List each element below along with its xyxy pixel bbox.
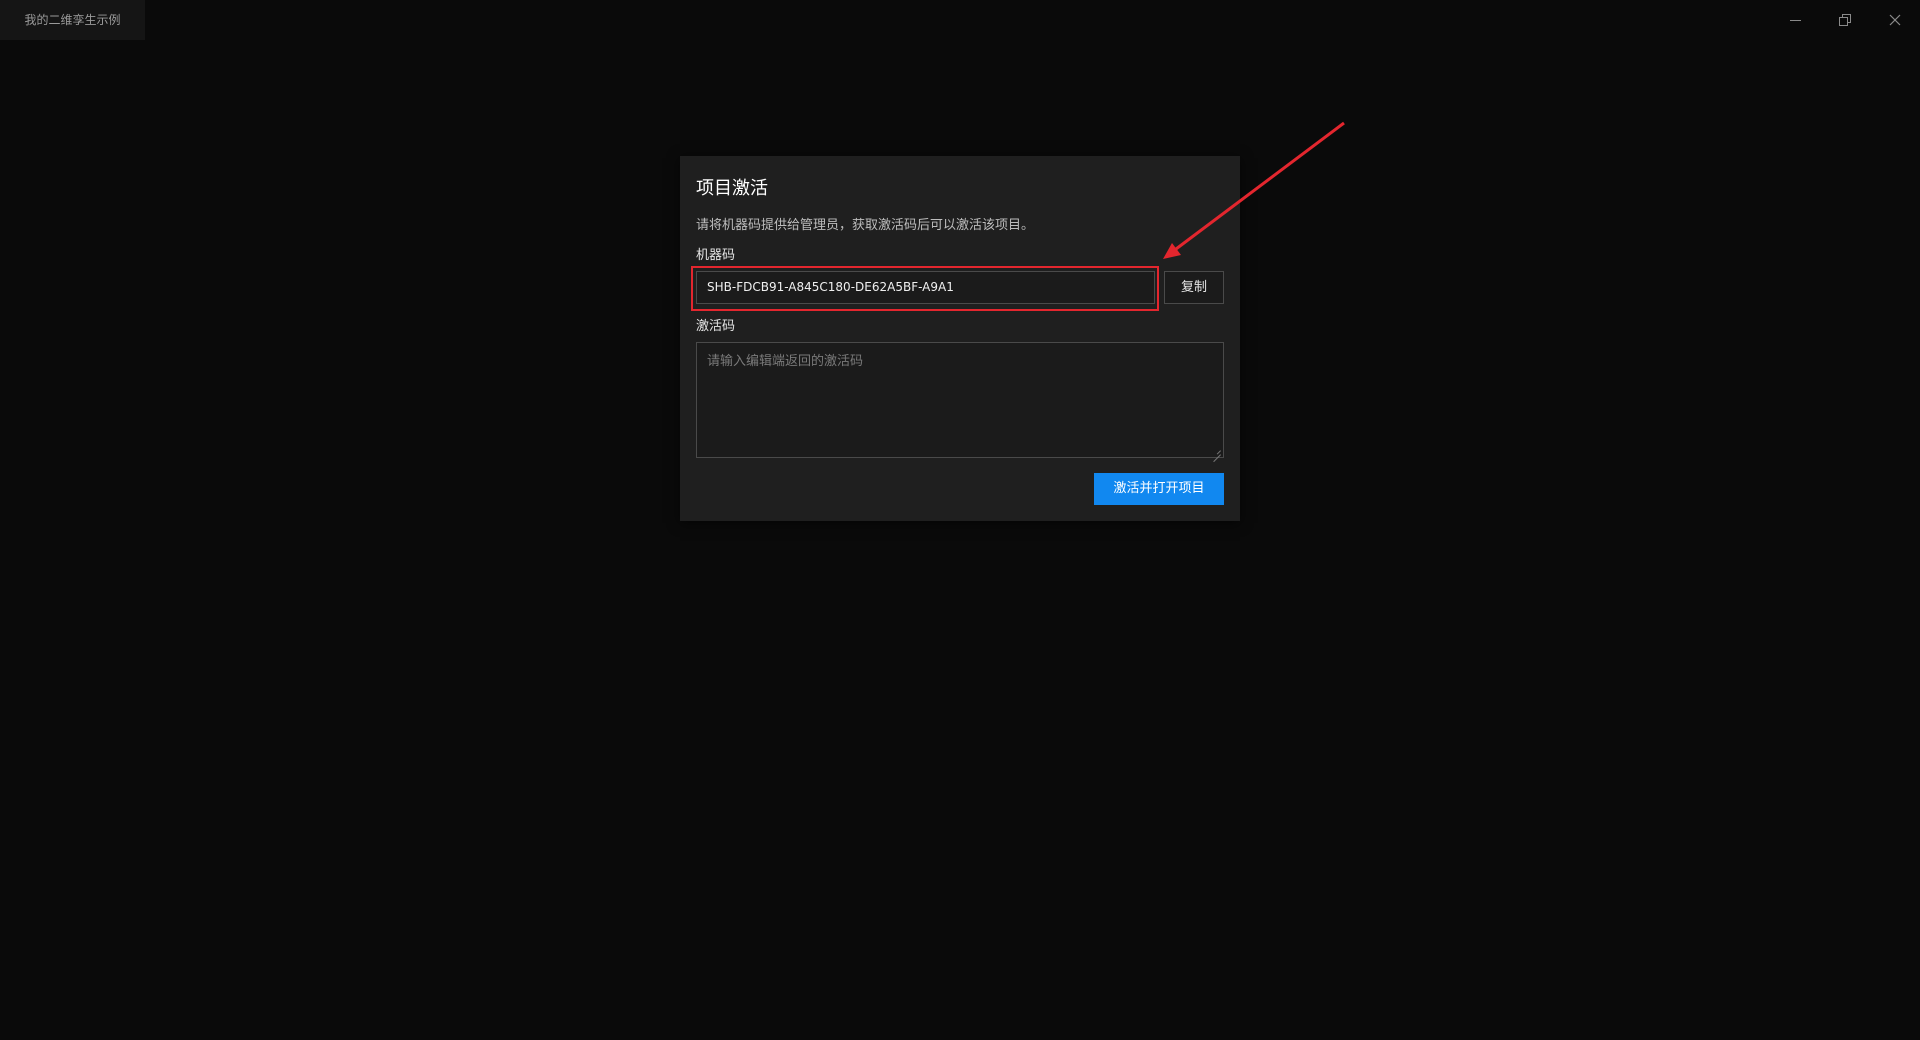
resize-grip-icon[interactable] [1213,447,1221,455]
machine-code-field[interactable]: SHB-FDCB91-A845C180-DE62A5BF-A9A1 [696,271,1155,304]
close-button[interactable] [1870,0,1920,40]
machine-code-label: 机器码 [696,248,736,263]
activation-code-placeholder: 请输入编辑端返回的激活码 [707,354,864,369]
window-title: 我的二维孪生示例 [0,0,145,40]
restore-icon [1839,14,1851,26]
copy-button[interactable]: 复制 [1164,271,1224,304]
title-bar: 我的二维孪生示例 [0,0,1920,40]
activation-dialog: 项目激活 请将机器码提供给管理员，获取激活码后可以激活该项目。 机器码 SHB-… [680,156,1240,521]
activation-code-label: 激活码 [696,319,736,334]
minimize-icon [1789,19,1801,21]
restore-button[interactable] [1820,0,1870,40]
dialog-title: 项目激活 [696,178,768,199]
close-icon [1889,14,1901,26]
dialog-description: 请将机器码提供给管理员，获取激活码后可以激活该项目。 [696,218,1035,233]
activation-code-input[interactable]: 请输入编辑端返回的激活码 [696,342,1224,458]
activate-and-open-button[interactable]: 激活并打开项目 [1094,473,1224,505]
minimize-button[interactable] [1770,0,1820,40]
